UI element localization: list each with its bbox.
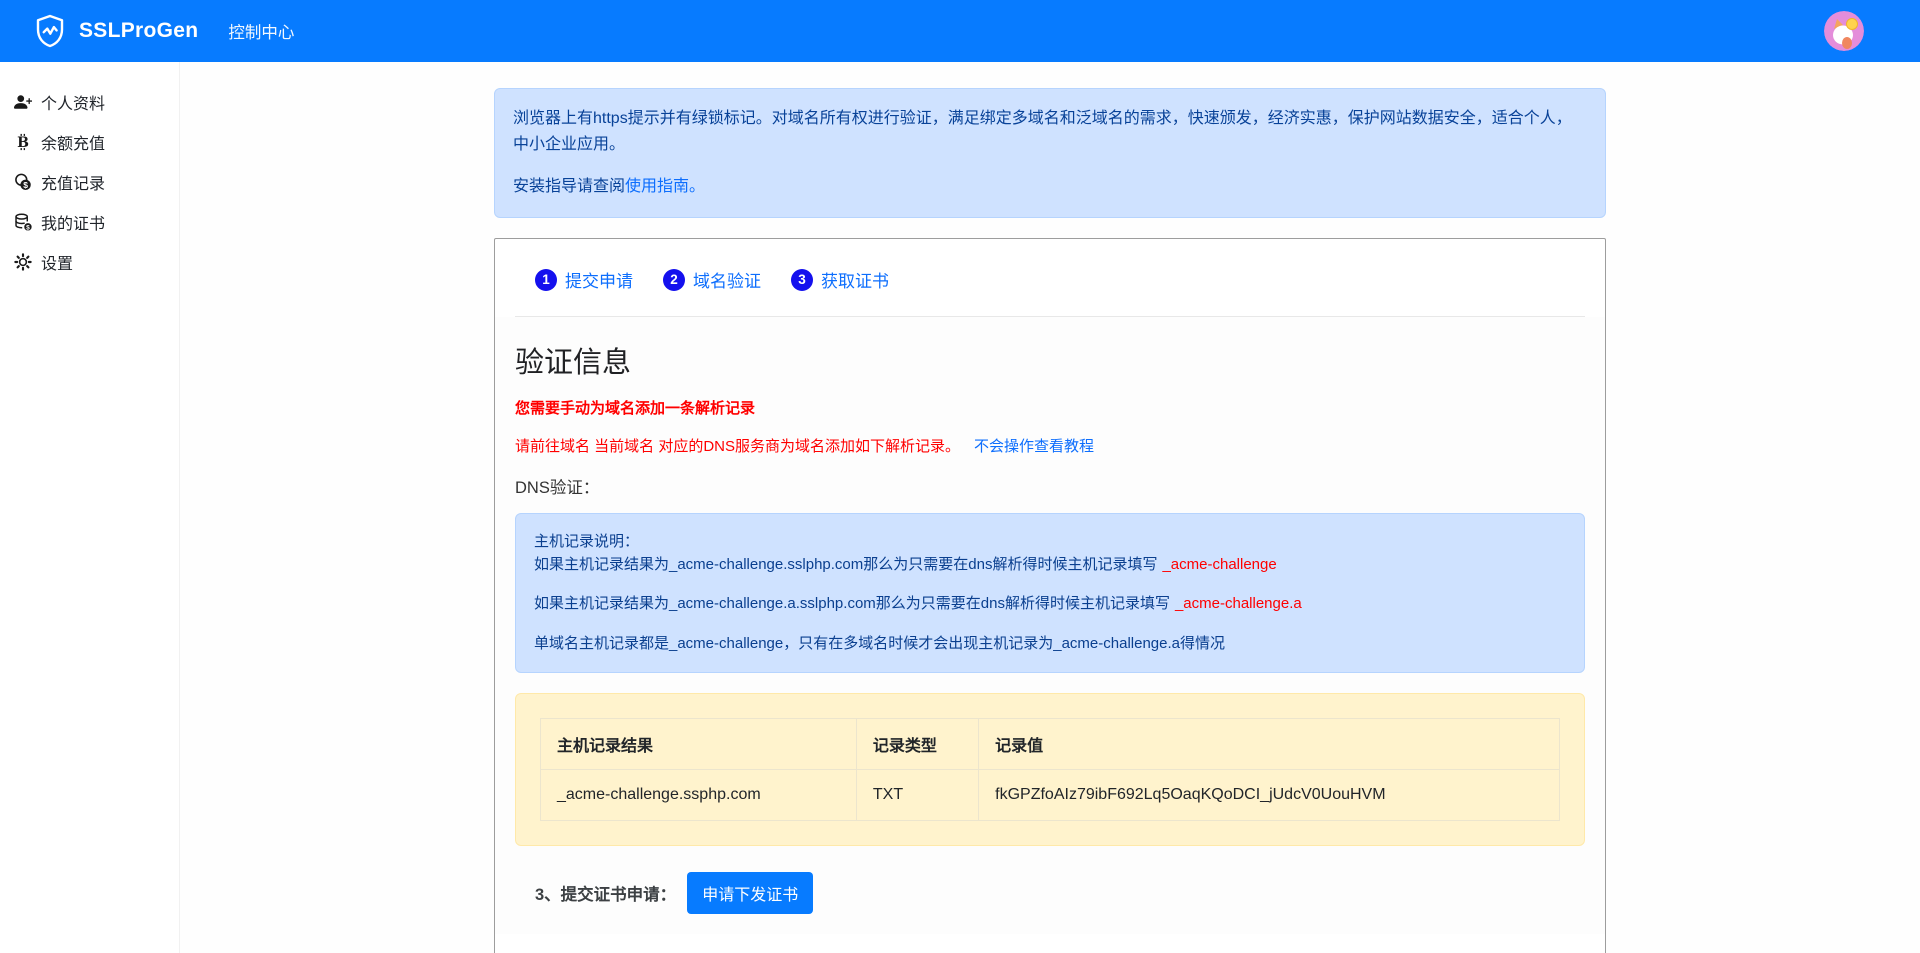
step-3-badge: 3 <box>791 269 813 291</box>
coins-icon: $ <box>14 173 32 191</box>
nav-item-control-center[interactable]: 控制中心 <box>228 19 294 43</box>
tutorial-link[interactable]: 不会操作查看教程 <box>974 438 1094 455</box>
note-line3: 单域名主机记录都是_acme-challenge，只有在多域名时候才会出现主机记… <box>534 635 1225 652</box>
install-guide-text: 安装指导请查阅 <box>513 178 625 195</box>
sidebar: 个人资料 B 余额充值 $ <box>0 62 180 953</box>
note-line2-value: _acme-challenge.a <box>1175 595 1302 612</box>
wizard-card: 1 提交申请 2 域名验证 3 获取证书 <box>494 238 1606 953</box>
step-domain-verification: 2 域名验证 <box>663 267 761 292</box>
card-footer-space <box>495 934 1605 953</box>
intro-alert-text: 浏览器上有https提示并有绿锁标记。对域名所有权进行验证，满足绑定多域名和泛域… <box>513 106 1587 159</box>
bitcoin-icon: B <box>14 133 32 151</box>
step-2-badge: 2 <box>663 269 685 291</box>
sidebar-item-balance-recharge[interactable]: B 余额充值 <box>0 122 179 162</box>
cell-record-value: fkGPZfoAIz79ibF692Lq5OaqKQoDCI_jUdcV0Uou… <box>979 770 1560 821</box>
note-line2: 如果主机记录结果为_acme-challenge.a.sslphp.com那么为… <box>534 595 1170 612</box>
sidebar-item-label: 我的证书 <box>41 210 105 234</box>
gear-icon <box>14 253 32 271</box>
submit-row: 3、提交证书申请： 申请下发证书 <box>535 872 1585 924</box>
user-plus-icon <box>14 93 32 111</box>
brand-name: SSLProGen <box>79 19 198 43</box>
page-layout: 个人资料 B 余额充值 $ <box>0 62 1920 953</box>
note-line1-value: _acme-challenge <box>1162 556 1276 573</box>
user-avatar[interactable] <box>1824 11 1864 51</box>
svg-text:$: $ <box>26 224 30 231</box>
navbar: SSLProGen 控制中心 <box>0 0 1920 62</box>
col-header-host: 主机记录结果 <box>541 719 857 770</box>
main-content: 浏览器上有https提示并有绿锁标记。对域名所有权进行验证，满足绑定多域名和泛域… <box>180 62 1920 953</box>
dns-provider-notice-text: 请前往域名 当前域名 对应的DNS服务商为域名添加如下解析记录。 <box>515 438 960 455</box>
sidebar-item-label: 设置 <box>41 250 73 274</box>
step-2-label: 域名验证 <box>693 267 761 292</box>
manual-record-warning: 您需要手动为域名添加一条解析记录 <box>515 397 1585 418</box>
sidebar-item-my-certificates[interactable]: $ 我的证书 <box>0 202 179 242</box>
sidebar-item-settings[interactable]: 设置 <box>0 242 179 282</box>
note-title: 主机记录说明： <box>534 533 639 550</box>
note-line1: 如果主机记录结果为_acme-challenge.sslphp.com那么为只需… <box>534 556 1157 573</box>
page-title: 验证信息 <box>515 339 1585 381</box>
content-container: 浏览器上有https提示并有绿锁标记。对域名所有权进行验证，满足绑定多域名和泛域… <box>494 88 1606 953</box>
svg-text:$: $ <box>23 180 28 190</box>
sidebar-item-label: 个人资料 <box>41 90 105 114</box>
dns-verification-label: DNS验证： <box>515 474 1585 498</box>
col-header-type: 记录类型 <box>856 719 978 770</box>
brand[interactable]: SSLProGen <box>32 13 198 49</box>
step-submit-application: 1 提交申请 <box>535 267 633 292</box>
usage-guide-link[interactable]: 使用指南。 <box>625 178 705 195</box>
table-header-row: 主机记录结果 记录类型 记录值 <box>541 719 1560 770</box>
step-1-label: 提交申请 <box>565 267 633 292</box>
host-record-note: 主机记录说明： 如果主机记录结果为_acme-challenge.sslphp.… <box>515 513 1585 673</box>
wizard-steps-header: 1 提交申请 2 域名验证 3 获取证书 <box>495 239 1605 317</box>
step-3-label: 获取证书 <box>821 267 889 292</box>
sidebar-item-label: 余额充值 <box>41 130 105 154</box>
request-certificate-button[interactable]: 申请下发证书 <box>687 872 813 914</box>
table-row: _acme-challenge.ssphp.com TXT fkGPZfoAIz… <box>541 770 1560 821</box>
dns-record-panel: 主机记录结果 记录类型 记录值 _acme-challenge.ssphp.co… <box>515 693 1585 846</box>
intro-alert: 浏览器上有https提示并有绿锁标记。对域名所有权进行验证，满足绑定多域名和泛域… <box>494 88 1606 218</box>
dns-record-table: 主机记录结果 记录类型 记录值 _acme-challenge.ssphp.co… <box>540 718 1560 821</box>
cell-host-record: _acme-challenge.ssphp.com <box>541 770 857 821</box>
verification-section: 验证信息 您需要手动为域名添加一条解析记录 请前往域名 当前域名 对应的DNS服… <box>495 317 1605 934</box>
certificate-icon: $ <box>14 213 32 231</box>
sidebar-item-profile[interactable]: 个人资料 <box>0 82 179 122</box>
svg-text:B: B <box>17 135 29 151</box>
sidebar-item-recharge-history[interactable]: $ 充值记录 <box>0 162 179 202</box>
submit-label: 3、提交证书申请： <box>535 881 676 905</box>
shield-pulse-logo-icon <box>32 13 68 49</box>
steps: 1 提交申请 2 域名验证 3 获取证书 <box>515 267 1585 316</box>
sidebar-item-label: 充值记录 <box>41 170 105 194</box>
dns-provider-notice: 请前往域名 当前域名 对应的DNS服务商为域名添加如下解析记录。不会操作查看教程 <box>515 435 1585 456</box>
step-1-badge: 1 <box>535 269 557 291</box>
cell-record-type: TXT <box>856 770 978 821</box>
step-get-certificate: 3 获取证书 <box>791 267 889 292</box>
col-header-value: 记录值 <box>979 719 1560 770</box>
